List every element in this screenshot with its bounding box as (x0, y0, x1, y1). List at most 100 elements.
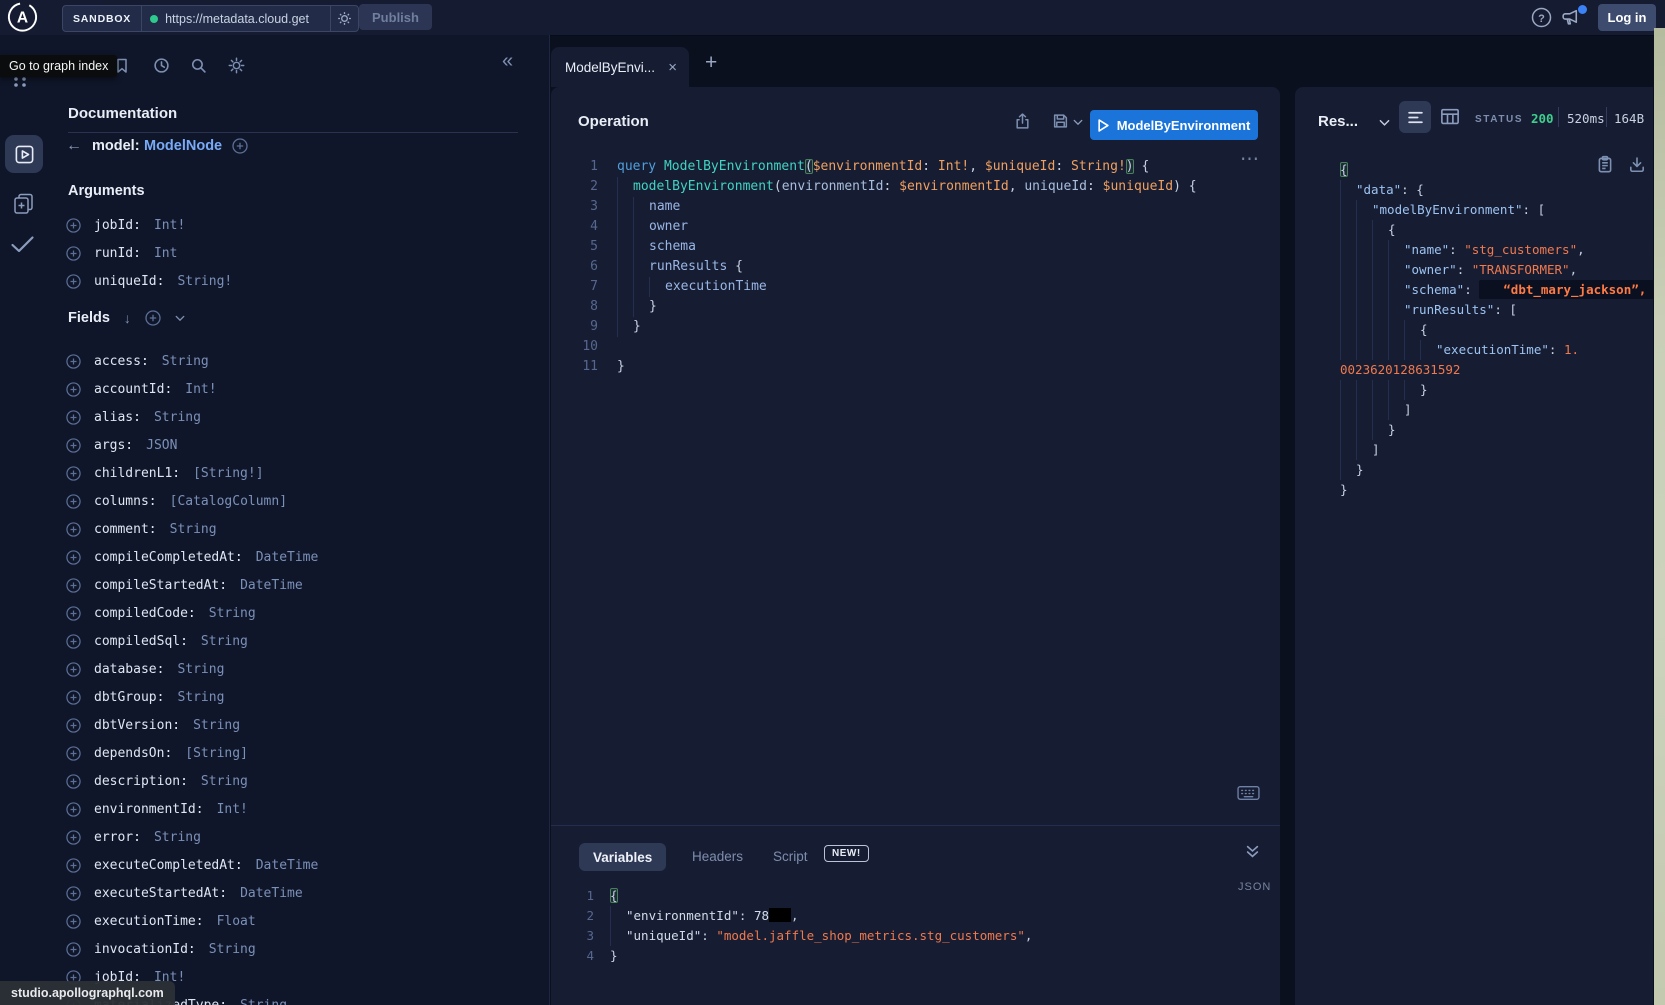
field-name: description: (94, 774, 188, 789)
help-icon[interactable]: ? (1531, 7, 1552, 28)
publish-button[interactable]: Publish (359, 4, 432, 30)
add-field-icon[interactable] (66, 246, 81, 261)
graph-index-icon[interactable] (12, 76, 28, 88)
endpoint-settings-icon[interactable] (330, 6, 358, 31)
code-token: } (649, 299, 657, 314)
add-all-fields-icon[interactable] (145, 310, 161, 326)
collapse-panel-icon[interactable]: « (502, 50, 513, 73)
keyboard-shortcuts-icon[interactable] (1237, 785, 1260, 801)
add-field-icon[interactable] (66, 382, 81, 397)
variables-code[interactable]: {"environmentId": 78,"uniqueId": "model.… (594, 886, 1032, 966)
save-icon[interactable] (1052, 112, 1069, 130)
sort-fields-icon[interactable]: ↓ (124, 310, 131, 326)
add-field-icon[interactable] (66, 494, 81, 509)
add-field-icon[interactable] (66, 550, 81, 565)
tab-variables[interactable]: Variables (579, 843, 666, 871)
field-row: environmentId:Int! (66, 795, 506, 823)
meta-separator (1606, 107, 1607, 127)
checklist-icon[interactable] (10, 235, 35, 254)
save-options-chevron-icon[interactable] (1073, 119, 1083, 126)
add-field-icon[interactable] (66, 578, 81, 593)
code-token: , (1009, 179, 1025, 194)
operation-code[interactable]: query ModelByEnvironment($environmentId:… (598, 157, 1197, 377)
new-tab-icon[interactable]: + (705, 51, 717, 75)
tab-script[interactable]: Script (773, 849, 808, 864)
tab-headers[interactable]: Headers (692, 849, 743, 864)
add-field-icon[interactable] (66, 718, 81, 733)
field-type: String (201, 774, 248, 789)
response-duration: 520ms (1567, 111, 1605, 126)
apollo-logo-icon[interactable]: A (5, 0, 40, 35)
field-row: args:JSON (66, 431, 506, 459)
response-dropdown-chevron-icon[interactable] (1379, 119, 1390, 127)
add-field-icon[interactable] (66, 662, 81, 677)
settings-gear-icon[interactable] (228, 57, 245, 74)
indent-guide (617, 277, 633, 297)
collapse-variables-icon[interactable] (1246, 845, 1259, 858)
field-row: comment:String (66, 515, 506, 543)
add-type-icon[interactable] (232, 138, 248, 154)
add-field-icon[interactable] (66, 354, 81, 369)
indent-guide (1340, 180, 1356, 200)
add-field-icon[interactable] (66, 690, 81, 705)
table-view-toggle[interactable] (1440, 107, 1460, 126)
indent-guide (1388, 400, 1404, 420)
add-field-icon[interactable] (66, 466, 81, 481)
add-field-icon[interactable] (66, 942, 81, 957)
close-tab-icon[interactable]: × (668, 60, 677, 75)
add-field-icon[interactable] (66, 410, 81, 425)
add-field-icon[interactable] (66, 606, 81, 621)
add-field-icon[interactable] (66, 634, 81, 649)
history-icon[interactable] (153, 57, 170, 74)
login-button[interactable]: Log in (1598, 4, 1656, 31)
code-token: 0023620128631592 (1340, 362, 1460, 377)
top-bar: A SANDBOX https://metadata.cloud.get Pub… (0, 0, 1665, 36)
code-token: : (701, 928, 716, 943)
code-token: } (610, 948, 618, 963)
endpoint-bar: SANDBOX https://metadata.cloud.get (62, 5, 359, 32)
add-field-icon[interactable] (66, 886, 81, 901)
collections-icon[interactable] (12, 192, 35, 216)
code-line: } (617, 317, 1197, 337)
add-field-icon[interactable] (66, 274, 81, 289)
add-field-icon[interactable] (66, 218, 81, 233)
field-name: comment: (94, 522, 157, 537)
field-name: compileStartedAt: (94, 578, 227, 593)
doc-panel-title: Documentation (68, 105, 177, 122)
search-icon[interactable] (190, 57, 207, 74)
indent-guide (617, 177, 633, 197)
endpoint-url-input[interactable]: https://metadata.cloud.get (142, 6, 330, 31)
back-arrow-icon[interactable]: ← (66, 137, 82, 155)
connection-status-dot (150, 15, 158, 23)
new-feature-badge: NEW! (824, 845, 869, 862)
tree-view-toggle[interactable] (1399, 101, 1431, 133)
indent-guide (1356, 300, 1372, 320)
operation-menu-icon[interactable]: ⋯ (1240, 148, 1260, 171)
operation-tab[interactable]: ModelByEnvi... × (551, 47, 689, 87)
field-type: String (162, 354, 209, 369)
fields-options-chevron-icon[interactable] (175, 315, 185, 322)
share-icon[interactable] (1014, 112, 1031, 130)
indent-guide (1388, 280, 1404, 300)
operation-editor[interactable]: 1234567891011 query ModelByEnvironment($… (560, 157, 1197, 377)
field-type: String! (177, 274, 232, 289)
add-field-icon[interactable] (66, 522, 81, 537)
explorer-nav-button[interactable] (5, 135, 43, 173)
add-field-icon[interactable] (66, 774, 81, 789)
run-operation-button[interactable]: ModelByEnvironment (1090, 110, 1258, 140)
add-field-icon[interactable] (66, 438, 81, 453)
doc-type-link[interactable]: ModelNode (144, 138, 222, 154)
add-field-icon[interactable] (66, 746, 81, 761)
response-json-viewer[interactable]: {"data": {"modelByEnvironment": [{"name"… (1324, 160, 1654, 500)
add-field-icon[interactable] (66, 830, 81, 845)
code-token: : (1457, 262, 1472, 277)
add-field-icon[interactable] (66, 858, 81, 873)
add-field-icon[interactable] (66, 914, 81, 929)
code-token: $uniqueId (1103, 179, 1173, 194)
variables-editor[interactable]: 1234 {"environmentId": 78,"uniqueId": "m… (556, 886, 1032, 966)
code-token: : (1449, 242, 1464, 257)
field-row: runId:Int (66, 239, 506, 267)
add-field-icon[interactable] (66, 802, 81, 817)
code-token: query (617, 159, 664, 174)
indent-guide (649, 277, 665, 297)
